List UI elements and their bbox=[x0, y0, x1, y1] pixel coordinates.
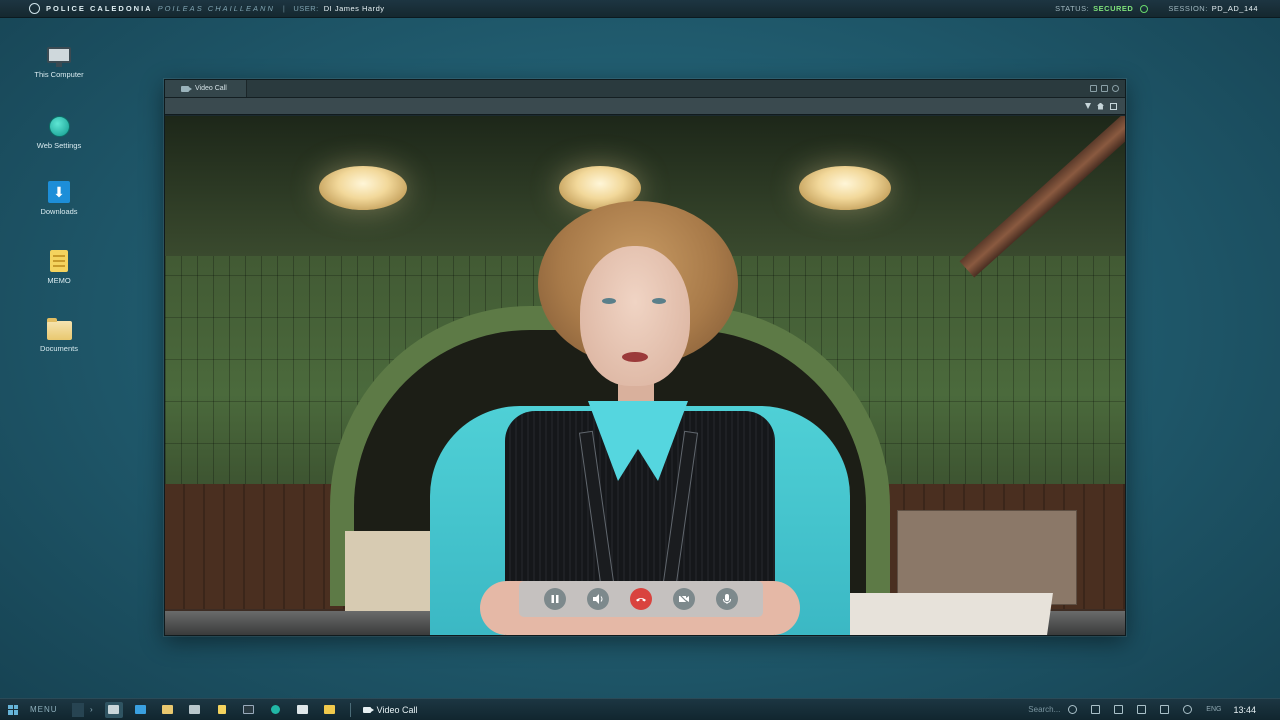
window-titlebar[interactable]: Video Call bbox=[165, 80, 1125, 98]
clock[interactable]: 13:44 bbox=[1233, 705, 1256, 715]
user-label: USER: bbox=[293, 4, 319, 13]
camera-off-icon bbox=[678, 593, 690, 605]
desktop-icon-this-computer[interactable]: This Computer bbox=[19, 44, 99, 79]
desktop-icon-memo[interactable]: MEMO bbox=[19, 250, 99, 285]
tab-label: Video Call bbox=[195, 85, 227, 92]
session-value: PD_AD_144 bbox=[1211, 4, 1258, 13]
pause-button[interactable] bbox=[543, 588, 566, 610]
battery-icon[interactable] bbox=[1137, 705, 1147, 714]
microphone-icon bbox=[723, 594, 732, 604]
chevron-right-icon[interactable]: › bbox=[90, 705, 93, 714]
video-feed bbox=[165, 116, 1125, 635]
memo-icon bbox=[50, 250, 68, 272]
language-indicator[interactable]: ENG bbox=[1206, 706, 1221, 713]
ceiling-lamp bbox=[319, 166, 407, 210]
globe-icon bbox=[48, 116, 70, 137]
speaker-button[interactable] bbox=[586, 588, 609, 610]
folder-icon bbox=[162, 705, 174, 714]
hangup-icon bbox=[635, 598, 646, 602]
scene-boxes bbox=[897, 510, 1077, 605]
minimize-icon[interactable] bbox=[1090, 85, 1097, 92]
taskbar-app-memo[interactable] bbox=[213, 702, 231, 718]
org-name: POLICE CALEDONIA bbox=[46, 4, 153, 13]
speaker-icon bbox=[592, 594, 603, 604]
desktop-icon-label: Web Settings bbox=[36, 141, 82, 150]
taskbar-video-call[interactable]: Video Call bbox=[357, 705, 424, 715]
taskbar-app-documents[interactable] bbox=[294, 702, 312, 718]
download-icon: ⬇ bbox=[48, 181, 70, 203]
call-controls-bar bbox=[519, 581, 763, 617]
camera-off-button[interactable] bbox=[673, 588, 696, 610]
home-icon[interactable] bbox=[1097, 102, 1104, 110]
pause-icon bbox=[551, 595, 559, 603]
desktop-icon-label: Documents bbox=[40, 344, 78, 353]
computer-icon bbox=[108, 705, 120, 714]
status-value: SECURED bbox=[1093, 4, 1134, 13]
desktop-icon-documents[interactable]: Documents bbox=[19, 318, 99, 353]
status-label: STATUS: bbox=[1055, 4, 1090, 13]
taskbar-app-files[interactable] bbox=[321, 702, 339, 718]
taskbar-app-browser[interactable] bbox=[267, 702, 285, 718]
wifi-icon[interactable] bbox=[1183, 705, 1193, 714]
desktop-icon-label: Downloads bbox=[40, 207, 78, 216]
desktop-icon-label: MEMO bbox=[47, 276, 71, 285]
expand-icon[interactable] bbox=[1110, 102, 1117, 110]
menu-button[interactable]: MENU bbox=[30, 705, 72, 714]
close-icon[interactable] bbox=[1112, 85, 1119, 92]
microphone-button[interactable] bbox=[716, 588, 739, 610]
mail-icon bbox=[135, 705, 147, 714]
folder-icon bbox=[46, 318, 72, 340]
session-label: SESSION: bbox=[1168, 4, 1208, 13]
divider: | bbox=[282, 4, 286, 13]
system-tray: Search... ENG 13:44 bbox=[1028, 705, 1256, 715]
taskbar-app-monitor[interactable] bbox=[240, 702, 258, 718]
settings-icon[interactable] bbox=[1114, 705, 1124, 714]
taskbar-video-call-label: Video Call bbox=[376, 704, 418, 715]
video-camera-icon bbox=[181, 85, 192, 92]
top-status-bar: POLICE CALEDONIA POILEAS CHAILLEANN | US… bbox=[0, 0, 1280, 18]
maximize-icon[interactable] bbox=[1101, 85, 1108, 92]
monitor-icon bbox=[243, 705, 255, 714]
taskbar: MENU › Video Call Search... ENG 13:44 bbox=[0, 698, 1280, 720]
search-icon[interactable] bbox=[1068, 705, 1078, 714]
taskbar-app-folder[interactable] bbox=[159, 702, 177, 718]
network-icon[interactable] bbox=[1160, 705, 1170, 714]
desktop-icon-downloads[interactable]: ⬇ Downloads bbox=[19, 181, 99, 216]
chevron-down-icon[interactable] bbox=[1091, 705, 1101, 714]
download-arrow-icon[interactable] bbox=[1085, 103, 1091, 109]
video-call-window: Video Call bbox=[164, 79, 1126, 636]
user-icon bbox=[189, 705, 201, 714]
hangup-button[interactable] bbox=[629, 588, 652, 610]
taskbar-app-user[interactable] bbox=[186, 702, 204, 718]
scene-shelf bbox=[345, 531, 440, 611]
caller-person bbox=[430, 201, 850, 635]
tab-video-call[interactable]: Video Call bbox=[165, 80, 247, 97]
window-toolbar bbox=[165, 98, 1125, 115]
start-menu-icon[interactable] bbox=[8, 704, 18, 715]
documents-icon bbox=[297, 705, 309, 714]
computer-icon bbox=[47, 44, 71, 67]
folder-icon bbox=[324, 705, 336, 714]
search-input[interactable]: Search... bbox=[1028, 705, 1060, 714]
taskbar-app-mail[interactable] bbox=[132, 702, 150, 718]
desktop-icon-web-settings[interactable]: Web Settings bbox=[19, 116, 99, 150]
taskbar-app-computer[interactable] bbox=[104, 701, 123, 718]
desktop-icon-label: This Computer bbox=[34, 70, 84, 79]
police-crest-icon bbox=[29, 3, 40, 14]
secured-icon bbox=[1140, 4, 1149, 13]
user-name: DI James Hardy bbox=[323, 4, 385, 13]
memo-icon bbox=[217, 705, 226, 714]
globe-icon bbox=[271, 705, 281, 714]
video-camera-icon bbox=[362, 706, 374, 713]
org-name-gaelic: POILEAS CHAILLEANN bbox=[157, 4, 275, 13]
